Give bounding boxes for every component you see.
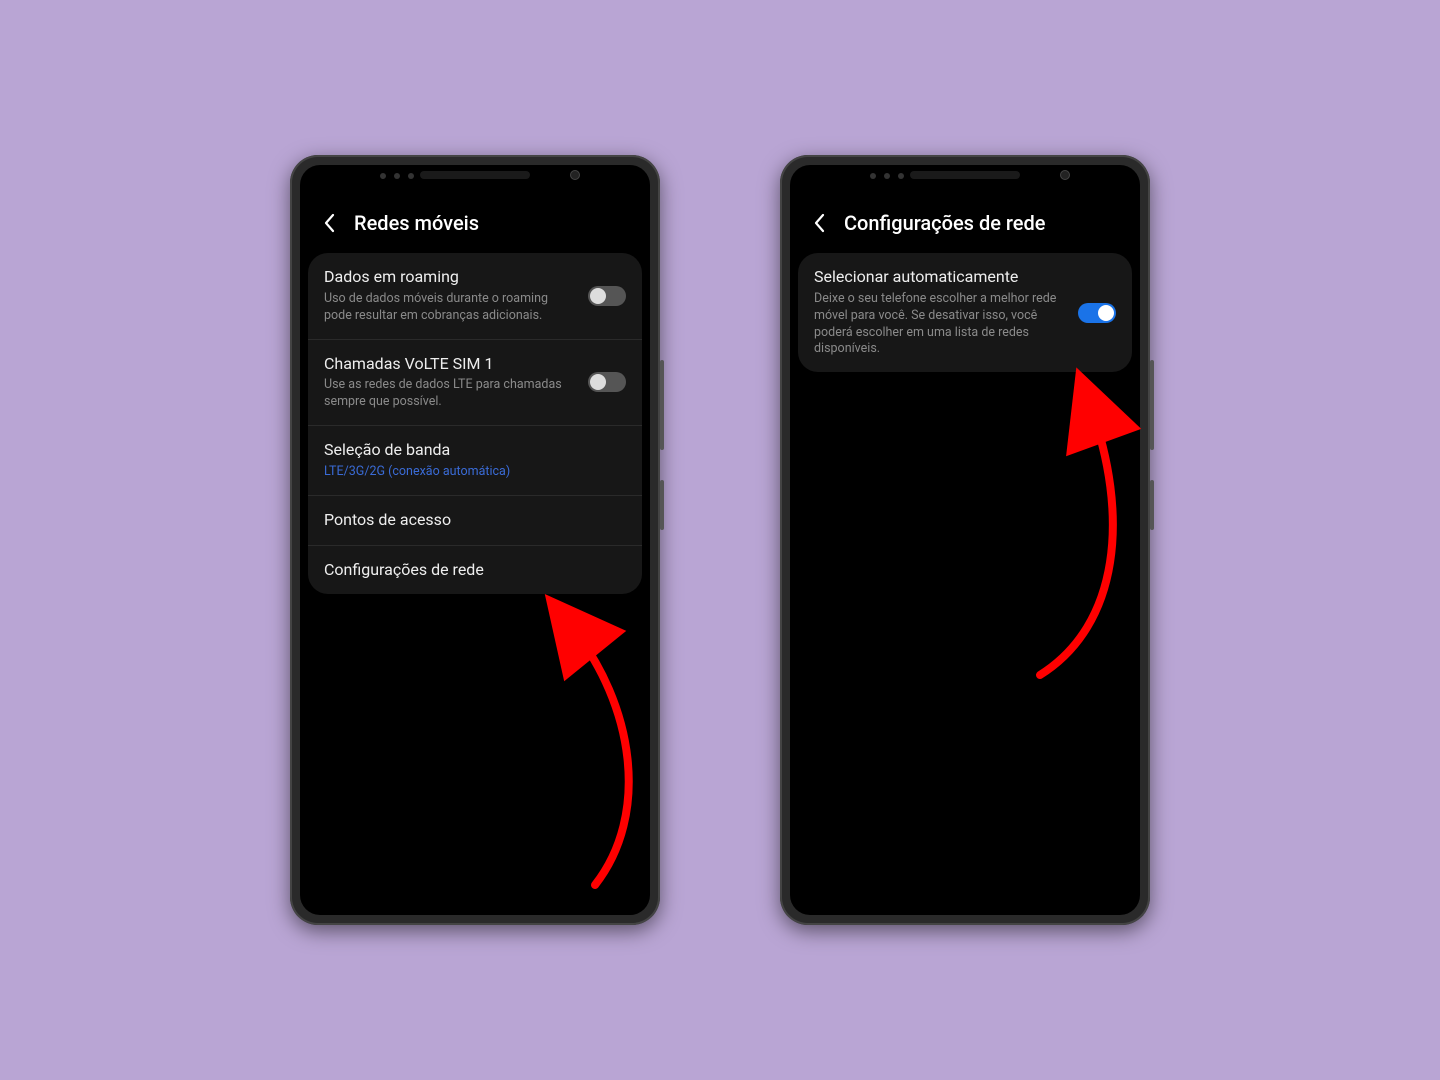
row-select-auto[interactable]: Selecionar automaticamente Deixe o seu t… xyxy=(798,253,1132,372)
toggle-volte[interactable] xyxy=(588,372,626,392)
toggle-data-roaming[interactable] xyxy=(588,286,626,306)
phone-camera xyxy=(1060,170,1070,180)
page-title: Configurações de rede xyxy=(844,211,1045,235)
row-subtitle: LTE/3G/2G (conexão automática) xyxy=(324,464,626,481)
page-title: Redes móveis xyxy=(354,211,479,235)
phone-camera xyxy=(570,170,580,180)
phone-mobile-networks: Redes móveis Dados em roaming Uso de dad… xyxy=(290,155,660,925)
phone-sensors xyxy=(870,173,904,179)
row-subtitle: Use as redes de dados LTE para chamadas … xyxy=(324,377,576,411)
settings-panel: Dados em roaming Uso de dados móveis dur… xyxy=(308,253,642,594)
phone-speaker xyxy=(910,171,1020,179)
screen-mobile-networks: Redes móveis Dados em roaming Uso de dad… xyxy=(300,165,650,915)
back-button[interactable] xyxy=(808,212,830,234)
row-title: Seleção de banda xyxy=(324,440,626,461)
phone-sensors xyxy=(380,173,414,179)
row-band-selection[interactable]: Seleção de banda LTE/3G/2G (conexão auto… xyxy=(308,426,642,496)
screen-network-settings: Configurações de rede Selecionar automat… xyxy=(790,165,1140,915)
row-volte[interactable]: Chamadas VoLTE SIM 1 Use as redes de dad… xyxy=(308,340,642,427)
row-subtitle: Deixe o seu telefone escolher a melhor r… xyxy=(814,291,1066,359)
toggle-select-auto[interactable] xyxy=(1078,303,1116,323)
header-bar: Configurações de rede xyxy=(790,197,1140,253)
row-data-roaming[interactable]: Dados em roaming Uso de dados móveis dur… xyxy=(308,253,642,340)
row-title: Selecionar automaticamente xyxy=(814,267,1066,288)
phone-network-settings: Configurações de rede Selecionar automat… xyxy=(780,155,1150,925)
row-title: Configurações de rede xyxy=(324,560,626,581)
row-title: Chamadas VoLTE SIM 1 xyxy=(324,354,576,375)
row-access-points[interactable]: Pontos de acesso xyxy=(308,496,642,546)
row-network-settings[interactable]: Configurações de rede xyxy=(308,546,642,595)
back-button[interactable] xyxy=(318,212,340,234)
settings-panel: Selecionar automaticamente Deixe o seu t… xyxy=(798,253,1132,372)
header-bar: Redes móveis xyxy=(300,197,650,253)
row-title: Dados em roaming xyxy=(324,267,576,288)
phone-speaker xyxy=(420,171,530,179)
row-subtitle: Uso de dados móveis durante o roaming po… xyxy=(324,291,576,325)
chevron-left-icon xyxy=(323,213,335,233)
chevron-left-icon xyxy=(813,213,825,233)
row-title: Pontos de acesso xyxy=(324,510,626,531)
